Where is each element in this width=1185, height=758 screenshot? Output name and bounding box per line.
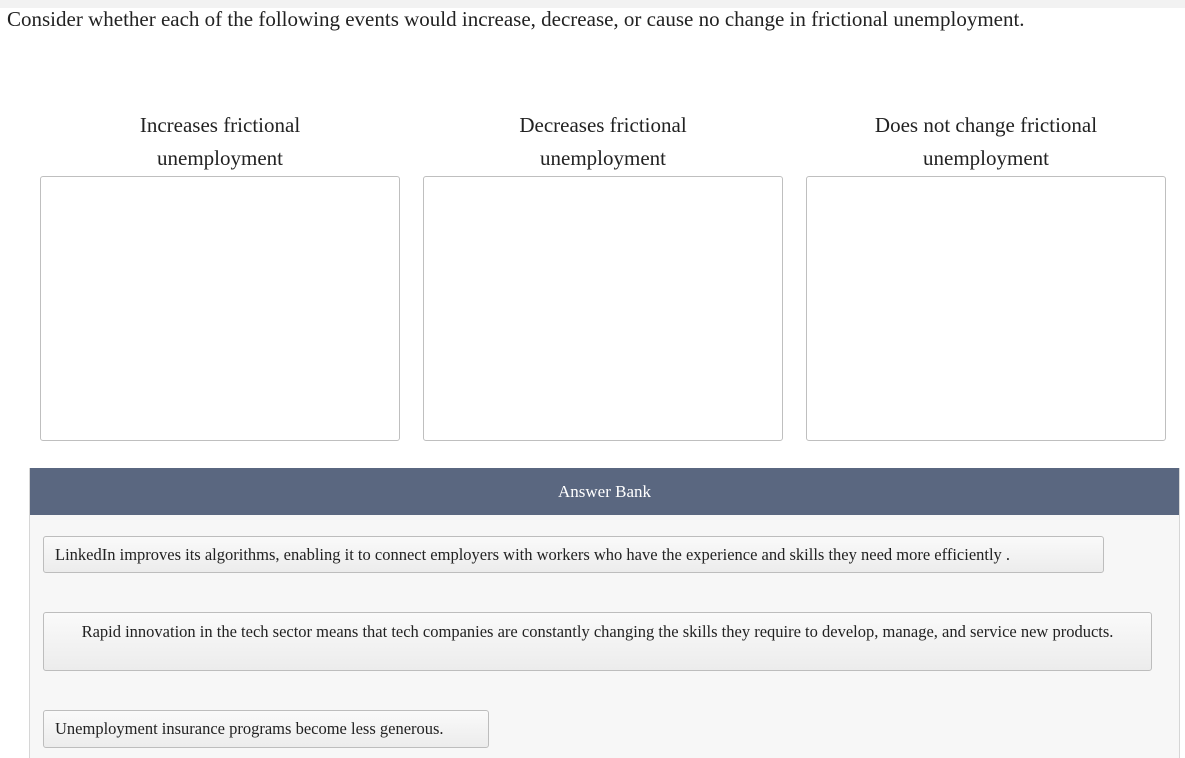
category-title-no-change: Does not change frictional unemployment: [806, 109, 1166, 175]
category-title-increases: Increases frictional unemployment: [40, 109, 400, 175]
category-title-line2: unemployment: [157, 146, 283, 170]
category-title-line2: unemployment: [923, 146, 1049, 170]
category-title-line1: Decreases frictional: [519, 113, 687, 137]
answer-bank: Answer Bank LinkedIn improves its algori…: [29, 468, 1180, 758]
drop-zone-decreases[interactable]: [423, 176, 783, 441]
answer-chip-unemployment-insurance[interactable]: Unemployment insurance programs become l…: [43, 710, 489, 748]
question-prompt: Consider whether each of the following e…: [7, 7, 1025, 31]
category-title-line2: unemployment: [540, 146, 666, 170]
answer-bank-header: Answer Bank: [30, 468, 1179, 515]
answer-chip-linkedin[interactable]: LinkedIn improves its algorithms, enabli…: [43, 536, 1104, 573]
category-title-decreases: Decreases frictional unemployment: [423, 109, 783, 175]
category-title-line1: Increases frictional: [139, 113, 301, 137]
category-title-line1: Does not change frictional: [874, 113, 1098, 137]
drop-zone-increases[interactable]: [40, 176, 400, 441]
drop-zone-no-change[interactable]: [806, 176, 1166, 441]
answer-chip-tech-innovation[interactable]: Rapid innovation in the tech sector mean…: [43, 612, 1152, 671]
